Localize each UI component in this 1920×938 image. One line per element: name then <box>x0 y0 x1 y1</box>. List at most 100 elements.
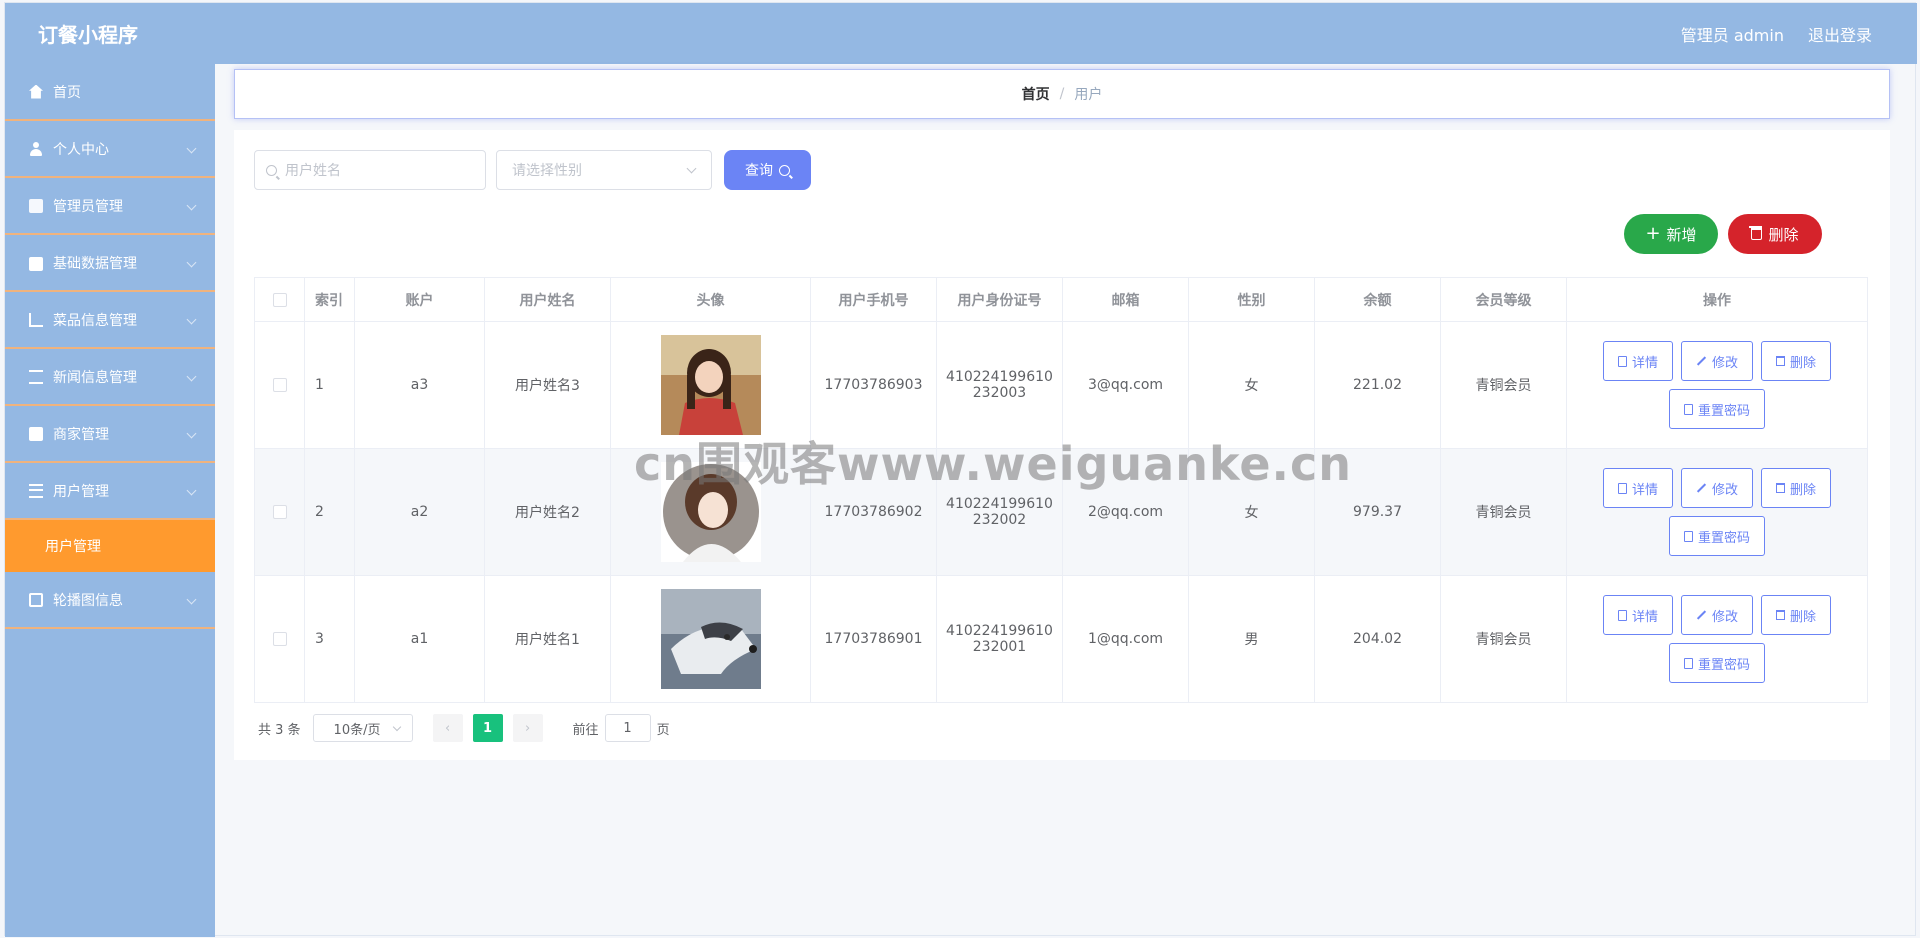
chevron-down-icon <box>686 163 697 174</box>
reset-password-button[interactable]: 重置密码 <box>1668 389 1765 429</box>
id-number-line: 232003 <box>972 385 1027 401</box>
cell-balance: 979.37 <box>1314 448 1441 576</box>
table-row: 3 a1 用户姓名1 17703786901 410224199610 23200… <box>254 575 1868 703</box>
logout-link[interactable]: 退出登录 <box>1808 22 1872 46</box>
cell-phone: 17703786903 <box>810 321 937 449</box>
edit-label: 修改 <box>1711 609 1738 625</box>
page-size-select[interactable]: 10条/页 <box>312 714 413 742</box>
document-icon <box>1617 482 1627 494</box>
edit-button[interactable]: 修改 <box>1680 468 1753 508</box>
breadcrumb-home[interactable]: 首页 <box>1022 84 1050 104</box>
sidebar-item-label: 新闻信息管理 <box>53 369 137 386</box>
sidebar-item-personal-center[interactable]: 个人中心 <box>5 121 215 178</box>
edit-button[interactable]: 修改 <box>1680 341 1753 381</box>
delete-button[interactable]: 删除 <box>1761 341 1832 381</box>
column-header: 操作 <box>1566 277 1868 322</box>
detail-label: 详情 <box>1631 482 1658 498</box>
next-page-button[interactable]: › <box>512 714 543 742</box>
id-number-line: 232002 <box>972 512 1027 528</box>
cell-account: a2 <box>354 448 485 576</box>
edit-icon <box>1696 356 1707 366</box>
chevron-up-icon <box>186 485 197 496</box>
cell-id-number: 410224199610 232002 <box>936 448 1063 576</box>
chevron-down-icon <box>186 143 197 154</box>
add-button[interactable]: + 新增 <box>1624 214 1718 254</box>
image-icon <box>29 592 43 607</box>
page-unit-label: 页 <box>656 722 670 738</box>
goto-label: 前往 <box>572 722 599 738</box>
chevron-down-icon <box>186 314 197 325</box>
sidebar-item-home[interactable]: 首页 <box>5 64 215 121</box>
detail-button[interactable]: 详情 <box>1602 341 1673 381</box>
document-icon <box>1617 355 1627 367</box>
detail-button[interactable]: 详情 <box>1602 595 1673 635</box>
sidebar-item-basic-data[interactable]: 基础数据管理 <box>5 235 215 292</box>
column-header: 账户 <box>354 277 485 322</box>
cell-account: a1 <box>354 575 485 703</box>
cell-id-number: 410224199610 232003 <box>936 321 1063 449</box>
delete-button[interactable]: 删除 <box>1761 595 1832 635</box>
cell-account: a3 <box>354 321 485 449</box>
table-row: 2 a2 用户姓名2 17703786902 410224199610 23200… <box>254 448 1868 576</box>
column-header: 用户身份证号 <box>936 277 1063 322</box>
user-name-search-input[interactable]: 用户姓名 <box>254 150 486 190</box>
trash-icon <box>1749 226 1763 240</box>
column-header: 余额 <box>1314 277 1441 322</box>
trash-icon <box>1776 483 1785 493</box>
query-button[interactable]: 查询 <box>724 150 811 190</box>
select-all-checkbox[interactable] <box>272 292 287 307</box>
trash-icon <box>1776 356 1785 366</box>
sidebar-item-carousel[interactable]: 轮播图信息 <box>5 572 215 629</box>
edit-button[interactable]: 修改 <box>1680 595 1753 635</box>
row-checkbox[interactable] <box>272 632 287 646</box>
delete-label: 删除 <box>1768 225 1799 244</box>
cell-gender: 女 <box>1188 448 1315 576</box>
sidebar-item-user-management[interactable]: 用户管理 <box>5 463 215 520</box>
sidebar-item-label: 商家管理 <box>53 426 109 443</box>
sidebar-item-label: 用户管理 <box>53 483 109 500</box>
column-header: 索引 <box>304 277 355 322</box>
gender-placeholder: 请选择性别 <box>512 163 582 179</box>
cell-gender: 男 <box>1188 575 1315 703</box>
cell-name: 用户姓名3 <box>484 321 611 449</box>
detail-label: 详情 <box>1631 355 1658 371</box>
delete-button[interactable]: 删除 <box>1761 468 1832 508</box>
sidebar-item-label: 首页 <box>53 84 81 101</box>
reset-password-button[interactable]: 重置密码 <box>1668 643 1765 683</box>
row-checkbox[interactable] <box>272 505 287 519</box>
delete-label: 删除 <box>1790 355 1817 371</box>
sidebar-item-merchant[interactable]: 商家管理 <box>5 406 215 463</box>
sidebar-item-label: 管理员管理 <box>53 198 123 215</box>
user-icon <box>29 141 43 156</box>
id-number-line: 410224199610 <box>946 623 1053 639</box>
chart-icon <box>29 198 43 213</box>
cell-email: 2@qq.com <box>1062 448 1189 576</box>
breadcrumb: 首页 / 用户 <box>234 69 1890 119</box>
pagination: 共 3 条 10条/页 ‹ 1 › 前往 1 页 <box>258 714 670 742</box>
cell-avatar <box>610 321 811 449</box>
cell-email: 3@qq.com <box>1062 321 1189 449</box>
cell-index: 3 <box>304 575 355 703</box>
cell-operations: 详情 修改 删除 重置密码 <box>1566 321 1868 449</box>
edit-icon <box>1696 483 1707 493</box>
document-icon <box>1683 657 1693 669</box>
reset-password-button[interactable]: 重置密码 <box>1668 516 1765 556</box>
page-number-button[interactable]: 1 <box>472 714 503 742</box>
row-checkbox[interactable] <box>272 378 287 392</box>
avatar-illustration <box>660 462 761 562</box>
detail-button[interactable]: 详情 <box>1602 468 1673 508</box>
sidebar-item-news-info[interactable]: 新闻信息管理 <box>5 349 215 406</box>
cell-email: 1@qq.com <box>1062 575 1189 703</box>
prev-page-button[interactable]: ‹ <box>432 714 463 742</box>
goto-page-input[interactable]: 1 <box>604 714 651 742</box>
admin-label[interactable]: 管理员 admin <box>1681 22 1784 46</box>
trash-icon <box>1776 610 1785 620</box>
gender-select[interactable]: 请选择性别 <box>496 150 712 190</box>
batch-delete-button[interactable]: 删除 <box>1728 214 1822 254</box>
sidebar-subitem-user-management[interactable]: 用户管理 <box>5 520 215 572</box>
edit-label: 修改 <box>1711 355 1738 371</box>
sidebar-item-admin-management[interactable]: 管理员管理 <box>5 178 215 235</box>
cell-name: 用户姓名2 <box>484 448 611 576</box>
sidebar-item-dish-info[interactable]: 菜品信息管理 <box>5 292 215 349</box>
pagination-total: 共 3 条 <box>258 722 301 738</box>
